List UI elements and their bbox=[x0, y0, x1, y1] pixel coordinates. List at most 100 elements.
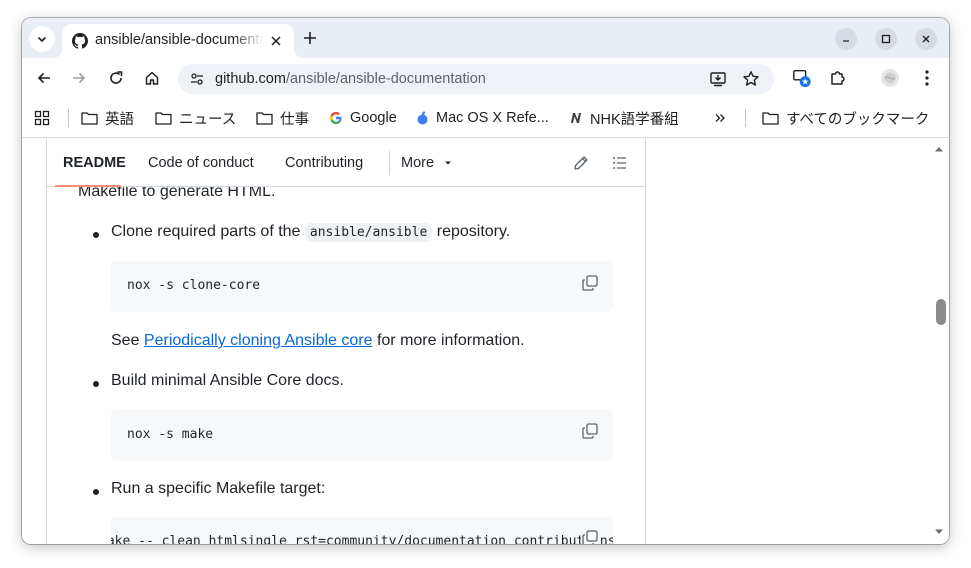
url-text[interactable]: github.com/ansible/ansible-documentation bbox=[215, 71, 486, 87]
bookmark-label: すべてのブックマーク bbox=[786, 111, 930, 128]
google-icon bbox=[330, 112, 342, 124]
bookmark-label: Google bbox=[350, 110, 397, 126]
site-settings-icon[interactable] bbox=[190, 72, 204, 86]
bookmark-separator bbox=[68, 109, 69, 127]
scroll-up-arrow-icon[interactable] bbox=[934, 145, 944, 153]
text: for more information. bbox=[372, 332, 525, 349]
list-item-clone: Clone required parts of the ansible/ansi… bbox=[111, 223, 510, 242]
see-more-paragraph: See Periodically cloning Ansible core fo… bbox=[111, 332, 525, 350]
code-block: nox -s make bbox=[111, 409, 613, 461]
code-block: make -- clean htmlsingle rst=community/d… bbox=[111, 517, 613, 544]
reload-button[interactable] bbox=[106, 68, 126, 88]
folder-icon bbox=[762, 112, 779, 125]
maximize-icon bbox=[881, 34, 891, 44]
bookmark-label: 仕事 bbox=[280, 111, 309, 128]
apps-grid-icon bbox=[34, 110, 50, 126]
avatar-icon bbox=[880, 68, 900, 88]
folder-icon bbox=[155, 112, 172, 125]
kebab-menu-icon bbox=[925, 70, 929, 86]
apple-icon bbox=[417, 111, 428, 125]
bookmark-label: ニュース bbox=[179, 111, 237, 128]
puzzle-icon bbox=[831, 71, 845, 85]
bookmark-label: 英語 bbox=[105, 111, 134, 128]
code-text: make -- clean htmlsingle rst=community/d… bbox=[111, 534, 613, 544]
install-app-icon[interactable] bbox=[709, 70, 727, 88]
code-text: nox -s clone-core bbox=[127, 278, 261, 293]
caret-down-icon bbox=[445, 161, 452, 165]
list-bullet bbox=[93, 489, 99, 495]
home-icon bbox=[145, 71, 159, 85]
forward-arrow-icon bbox=[73, 72, 86, 84]
active-tab-indicator bbox=[55, 185, 121, 187]
bookmark-folder-all[interactable]: すべてのブックマーク bbox=[762, 108, 929, 128]
list-item-build: Build minimal Ansible Core docs. bbox=[111, 372, 344, 389]
cloning-core-link[interactable]: Periodically cloning Ansible core bbox=[144, 332, 373, 349]
reload-icon bbox=[110, 71, 123, 84]
tab-strip: ansible/ansible-documentation bbox=[22, 18, 949, 58]
copy-icon[interactable] bbox=[581, 422, 599, 440]
close-window-button[interactable] bbox=[915, 28, 937, 50]
list-item-text: Clone required parts of the bbox=[111, 223, 305, 240]
maximize-button[interactable] bbox=[875, 28, 897, 50]
code-block: nox -s clone-core bbox=[111, 261, 613, 312]
scroll-down-arrow-icon[interactable] bbox=[934, 528, 944, 536]
copy-icon[interactable] bbox=[581, 529, 599, 544]
chevron-down-icon bbox=[37, 36, 47, 43]
more-label: More bbox=[401, 155, 435, 171]
list-bullet bbox=[93, 381, 99, 387]
cast-button[interactable] bbox=[792, 68, 812, 88]
more-tabs-dropdown[interactable]: More bbox=[401, 155, 452, 171]
github-icon bbox=[72, 33, 88, 49]
copy-icon[interactable] bbox=[581, 274, 599, 292]
minimize-icon bbox=[843, 40, 849, 42]
bookmark-google[interactable]: Google bbox=[329, 108, 397, 128]
tab-readme[interactable]: README bbox=[63, 155, 126, 171]
scrollbar-thumb[interactable] bbox=[936, 299, 946, 325]
browser-toolbar: github.com/ansible/ansible-documentation bbox=[22, 58, 949, 98]
text: See bbox=[111, 332, 144, 349]
bookmark-star-icon[interactable] bbox=[742, 70, 760, 88]
readme-markdown-body: Makefile to generate HTML. Clone require… bbox=[46, 139, 646, 544]
back-button[interactable] bbox=[34, 68, 54, 88]
outline-list-icon[interactable] bbox=[612, 155, 628, 171]
bookmark-label: NHK語学番組 bbox=[590, 111, 679, 128]
forward-button[interactable] bbox=[69, 68, 89, 88]
minimize-button[interactable] bbox=[835, 28, 857, 50]
url-path: /ansible/ansible-documentation bbox=[285, 71, 486, 87]
bookmark-folder-english[interactable]: 英語 bbox=[81, 108, 134, 128]
folder-icon bbox=[81, 112, 98, 125]
close-icon bbox=[922, 35, 930, 43]
browser-window: ansible/ansible-documentation bbox=[22, 18, 949, 544]
bookmark-mac-os-x-reference[interactable]: Mac OS X Refe... bbox=[416, 108, 549, 128]
readme-tab-bar: README Code of conduct Contributing More bbox=[46, 139, 646, 187]
active-tab[interactable]: ansible/ansible-documentation bbox=[52, 24, 304, 58]
bookmark-separator bbox=[745, 109, 746, 127]
tab-divider bbox=[389, 151, 390, 175]
tab-groups-icon bbox=[793, 70, 811, 88]
menu-button[interactable] bbox=[917, 68, 937, 88]
bookmark-folder-news[interactable]: ニュース bbox=[155, 108, 236, 128]
list-item-run-target: Run a specific Makefile target: bbox=[111, 480, 326, 497]
list-bullet bbox=[93, 232, 99, 238]
double-chevron-right-icon bbox=[715, 114, 725, 122]
url-host: github.com bbox=[215, 71, 286, 87]
bookmarks-bar: 英語 ニュース 仕事 Google Mac OS X Refe... NHK語学… bbox=[22, 98, 949, 138]
new-tab-plus-icon[interactable] bbox=[302, 30, 318, 46]
bookmark-label: Mac OS X Refe... bbox=[436, 110, 549, 126]
bookmarks-overflow-button[interactable] bbox=[714, 108, 733, 128]
tab-title: ansible/ansible-documentation bbox=[95, 32, 263, 48]
bookmark-folder-work[interactable]: 仕事 bbox=[256, 108, 309, 128]
address-bar[interactable]: github.com/ansible/ansible-documentation bbox=[178, 64, 774, 94]
bookmark-nhk[interactable]: NHK語学番組 bbox=[569, 108, 679, 128]
code-text: nox -s make bbox=[127, 427, 214, 442]
profile-button[interactable] bbox=[880, 68, 900, 88]
nhk-icon bbox=[571, 113, 581, 123]
tab-contributing[interactable]: Contributing bbox=[285, 155, 363, 171]
extensions-button[interactable] bbox=[828, 68, 848, 88]
tab-code-of-conduct[interactable]: Code of conduct bbox=[148, 155, 254, 171]
back-arrow-icon bbox=[37, 72, 50, 84]
home-button[interactable] bbox=[142, 68, 162, 88]
close-icon[interactable] bbox=[268, 33, 284, 49]
apps-button[interactable] bbox=[34, 108, 57, 128]
pencil-icon[interactable] bbox=[573, 155, 589, 171]
